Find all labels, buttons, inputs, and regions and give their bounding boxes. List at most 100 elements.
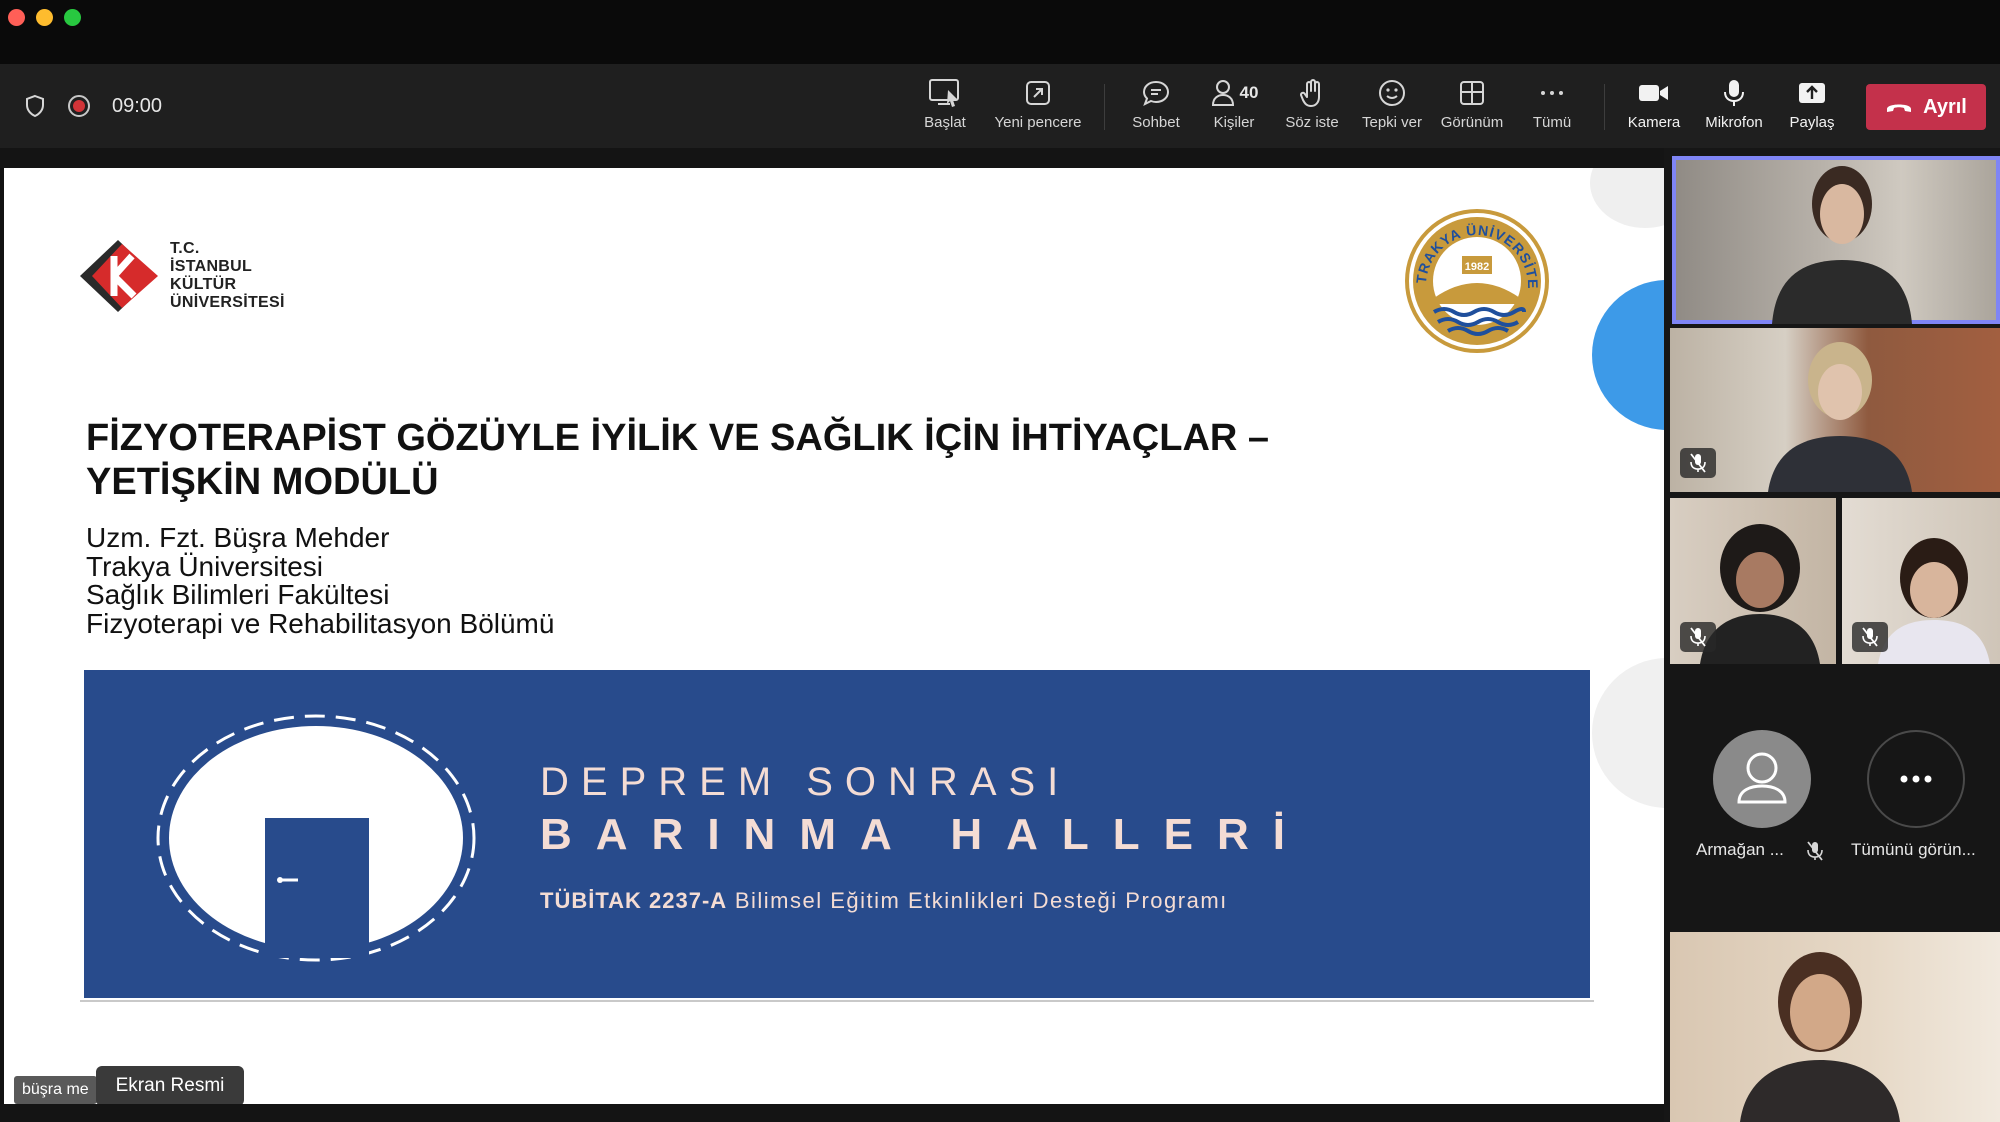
microphone-label: Mikrofon xyxy=(1705,114,1763,131)
raise-hand-button[interactable]: Söz iste xyxy=(1282,78,1342,140)
trakya-university-seal-icon: TRAKYA ÜNİVERSİTESİ 1982 xyxy=(1404,208,1549,353)
participant-video-tile[interactable] xyxy=(1842,498,2000,664)
author-line: Trakya Üniversitesi xyxy=(86,550,324,582)
see-all-participants-button[interactable] xyxy=(1867,730,1965,828)
ikc-line: KÜLTÜR xyxy=(170,276,237,293)
author-line: Uzm. Fzt. Büşra Mehder xyxy=(86,522,390,553)
more-button[interactable]: Tümü xyxy=(1526,78,1578,140)
participant-video-tile[interactable] xyxy=(1672,156,2000,324)
layout-grid-icon xyxy=(1460,81,1484,105)
smiley-icon xyxy=(1379,80,1405,106)
more-dots-icon xyxy=(1541,91,1563,95)
pop-out-icon xyxy=(1026,81,1050,105)
ikc-line: T.C. xyxy=(170,240,200,257)
participant-video-tile[interactable] xyxy=(1670,932,2000,1122)
microphone-icon xyxy=(1724,80,1744,106)
stage-bottom-gap xyxy=(0,1104,1664,1122)
shield-icon xyxy=(26,94,44,118)
mic-off-icon xyxy=(1690,627,1706,647)
share-button[interactable]: Paylaş xyxy=(1784,78,1840,140)
chat-label: Sohbet xyxy=(1132,114,1180,131)
muted-indicator xyxy=(1680,448,1716,478)
window-title-bar xyxy=(0,0,2000,64)
overflow-participant-name: Armağan ... xyxy=(1696,840,1784,859)
recording-indicator-icon xyxy=(68,95,90,117)
mic-off-icon xyxy=(1690,453,1706,473)
ikc-emblem-icon xyxy=(80,240,158,312)
more-label: Tümü xyxy=(1532,114,1572,131)
person-avatar-icon xyxy=(1737,752,1787,804)
hand-icon xyxy=(1300,79,1320,107)
participant-silhouette-icon xyxy=(1768,342,1912,492)
new-window-label: Yeni pencere xyxy=(994,114,1082,131)
istanbul-kultur-university-logo: T.C. İSTANBUL KÜLTÜR ÜNİVERSİTESİ xyxy=(80,238,285,314)
banner-program: TÜBİTAK 2237-A Bilimsel Eğitim Etkinlikl… xyxy=(540,888,1228,914)
leave-button[interactable]: Ayrıl xyxy=(1866,84,1986,130)
raise-hand-label: Söz iste xyxy=(1285,114,1339,131)
new-window-button[interactable]: Yeni pencere xyxy=(990,78,1086,140)
meeting-toolbar: 09:00 Başlat Yeni pencere Sohbet 40 Kişi… xyxy=(0,64,2000,148)
see-all-label: Tümünü görün... xyxy=(1851,840,1976,859)
project-banner: DEPREM SONRASI BARINMA HALLERİ TÜBİTAK 2… xyxy=(84,670,1590,998)
close-window-button[interactable] xyxy=(8,9,25,26)
slide-title-line: FİZYOTERAPİST GÖZÜYLE İYİLİK VE SAĞLIK İ… xyxy=(86,417,1270,459)
participant-video-tile[interactable] xyxy=(1670,498,1836,664)
banner-line2: BARINMA HALLERİ xyxy=(540,810,1309,859)
author-line: Sağlık Bilimleri Fakültesi xyxy=(86,579,390,610)
camera-button[interactable]: Kamera xyxy=(1624,78,1684,140)
muted-indicator xyxy=(1852,622,1888,652)
ikc-line: ÜNİVERSİTESİ xyxy=(170,294,285,311)
toolbar-divider xyxy=(1104,84,1105,130)
react-button[interactable]: Tepki ver xyxy=(1358,78,1426,140)
seal-year: 1982 xyxy=(1465,261,1489,273)
banner-program-text: Bilimsel Eğitim Etkinlikleri Desteği Pro… xyxy=(734,888,1228,913)
leave-label: Ayrıl xyxy=(1923,95,1967,118)
people-label: Kişiler xyxy=(1213,114,1255,131)
people-count: 40 xyxy=(1239,83,1259,102)
participant-silhouette-icon xyxy=(1740,952,1900,1122)
mic-off-icon xyxy=(1862,627,1878,647)
banner-program-bold: TÜBİTAK 2237-A xyxy=(540,888,728,913)
start-label: Başlat xyxy=(924,114,966,131)
author-line: Fizyoterapi ve Rehabilitasyon Bölümü xyxy=(86,607,555,639)
ikc-line: İSTANBUL xyxy=(170,258,253,275)
slide-decor-circle xyxy=(1592,280,1664,430)
slide-title: FİZYOTERAPİST GÖZÜYLE İYİLİK VE SAĞLIK İ… xyxy=(86,416,1486,504)
participant-video-tile[interactable] xyxy=(1670,328,2000,492)
people-icon xyxy=(1211,80,1234,106)
participants-panel: Armağan ... Tümünü görün... xyxy=(1664,148,2000,1122)
slide-decor-circle xyxy=(1592,658,1664,808)
chat-icon xyxy=(1142,80,1170,107)
slide-decor-circle xyxy=(1590,168,1664,228)
screen-share-start-icon xyxy=(929,79,959,107)
microphone-button[interactable]: Mikrofon xyxy=(1700,78,1768,140)
shared-screen-slide: T.C. İSTANBUL KÜLTÜR ÜNİVERSİTESİ TRAKYA… xyxy=(4,168,1664,1104)
author-block: Uzm. Fzt. Büşra Mehder Trakya Üniversite… xyxy=(86,522,555,639)
meeting-timer: 09:00 xyxy=(112,94,163,117)
toolbar-divider xyxy=(1604,84,1605,130)
zoom-window-button[interactable] xyxy=(64,9,81,26)
muted-indicator xyxy=(1680,622,1716,652)
share-label: Paylaş xyxy=(1789,114,1835,131)
presenter-name-chip: büşra me xyxy=(14,1076,97,1104)
view-label: Görünüm xyxy=(1440,114,1504,131)
more-dots-icon xyxy=(1900,775,1932,783)
banner-underline xyxy=(80,1000,1594,1002)
camera-label: Kamera xyxy=(1627,114,1681,131)
banner-line1: DEPREM SONRASI xyxy=(540,760,1071,804)
start-button[interactable]: Başlat xyxy=(918,78,972,140)
hang-up-phone-icon xyxy=(1887,104,1912,112)
share-tray-icon xyxy=(1799,83,1825,103)
slide-title-line: YETİŞKİN MODÜLÜ xyxy=(86,461,439,503)
door-in-circle-icon xyxy=(156,714,476,962)
people-button[interactable]: 40 Kişiler xyxy=(1202,78,1266,140)
view-button[interactable]: Görünüm xyxy=(1438,78,1506,140)
video-camera-icon xyxy=(1639,85,1668,101)
mic-off-icon xyxy=(1807,841,1823,861)
react-label: Tepki ver xyxy=(1361,114,1423,131)
participant-avatar[interactable] xyxy=(1713,730,1811,828)
screenshot-tooltip: Ekran Resmi xyxy=(96,1066,244,1106)
participant-silhouette-icon xyxy=(1772,166,1912,324)
chat-button[interactable]: Sohbet xyxy=(1126,78,1186,140)
minimize-window-button[interactable] xyxy=(36,9,53,26)
